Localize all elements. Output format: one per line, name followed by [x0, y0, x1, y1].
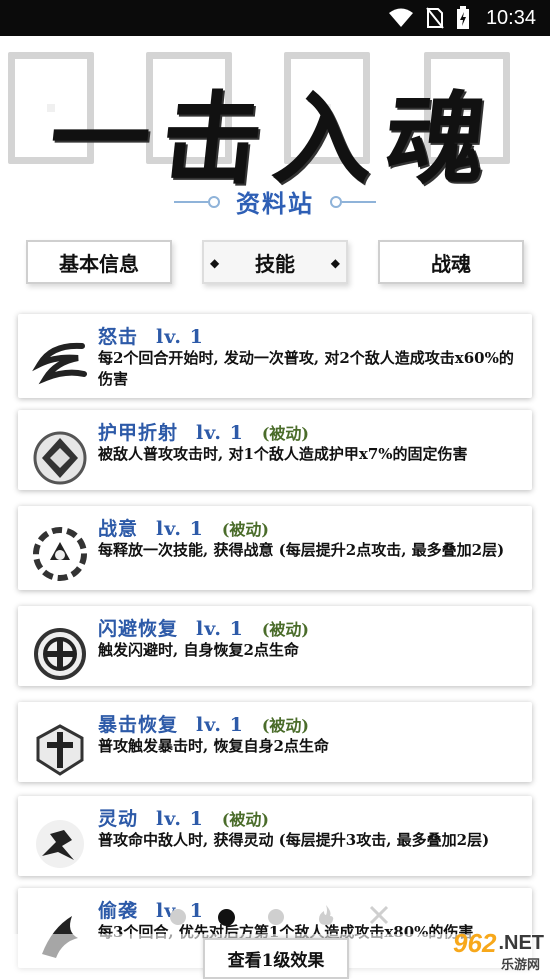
site-watermark: 962 .NET 乐游网 [453, 928, 544, 972]
diamond-icon: ◆ [330, 256, 340, 270]
skill-name: 闪避恢复 [98, 618, 179, 640]
crossed-swords-icon[interactable] [368, 904, 390, 930]
skill-card[interactable]: 护甲折射 lv. 1 (被动) 被敌人普攻攻击时, 对1个敌人造成护甲x7%的固… [18, 410, 532, 490]
no-sim-icon [426, 7, 444, 29]
tab-bar: 基本信息 ◆ 技能 ◆ 战魂 [0, 240, 550, 286]
status-time: 10:34 [485, 6, 536, 29]
page-dot[interactable] [267, 909, 284, 925]
skill-card[interactable]: 暴击恢复 lv. 1 (被动) 普攻触发暴击时, 恢复自身2点生命 [18, 702, 532, 782]
skill-name: 灵动 [98, 808, 139, 830]
passive-tag: (被动) [261, 620, 309, 639]
skill-card[interactable]: 怒击 lv. 1 每2个回合开始时, 发动一次普攻, 对2个敌人造成攻击x60%… [18, 314, 532, 398]
skill-level: lv. 1 [196, 618, 244, 640]
tab-label: 基本信息 [59, 251, 139, 276]
agility-icon [32, 816, 88, 872]
armor-icon [32, 430, 88, 486]
skill-name: 偷袭 [98, 900, 139, 922]
game-title: 一击入魂 [43, 80, 505, 198]
skill-level: lv. 1 [156, 518, 204, 540]
status-bar: 10:34 [0, 0, 550, 36]
skill-level: lv. 1 [196, 714, 244, 736]
skill-name: 暴击恢复 [98, 714, 179, 736]
page-indicator [170, 902, 390, 932]
skill-level: lv. 1 [196, 422, 244, 444]
skill-level: lv. 1 [156, 808, 204, 830]
diamond-icon: ◆ [210, 256, 220, 270]
skill-description: 每释放一次技能, 获得战意 (每层提升2点攻击, 最多叠加2层) [98, 541, 505, 559]
skill-description: 触发闪避时, 自身恢复2点生命 [98, 641, 299, 659]
battle-will-icon [32, 526, 88, 582]
skill-level: lv. 1 [156, 326, 204, 348]
skill-description: 普攻触发暴击时, 恢复自身2点生命 [98, 737, 329, 755]
skill-name: 战意 [98, 518, 139, 540]
battery-charging-icon [456, 6, 470, 30]
ornament-left-icon [174, 192, 224, 212]
passive-tag: (被动) [221, 520, 269, 539]
passive-tag: (被动) [261, 424, 309, 443]
page-subtitle: 资料站 [236, 189, 314, 218]
skill-description: 每2个回合开始时, 发动一次普攻, 对2个敌人造成攻击x60%的伤害 [98, 349, 514, 388]
watermark-sub: 乐游网 [500, 957, 540, 972]
page-dot-active[interactable] [218, 908, 236, 926]
dodge-heal-icon [32, 626, 88, 682]
skill-description: 普攻命中敌人时, 获得灵动 (每层提升3攻击, 最多叠加2层) [98, 831, 490, 849]
ornament-right-icon [326, 192, 376, 212]
banner: 一击入魂 资料站 [0, 36, 550, 226]
watermark-domain: .NET [498, 932, 544, 954]
skill-card[interactable]: 战意 lv. 1 (被动) 每释放一次技能, 获得战意 (每层提升2点攻击, 最… [18, 506, 532, 590]
skill-description: 被敌人普攻攻击时, 对1个敌人造成护甲x7%的固定伤害 [98, 445, 468, 463]
skill-name: 护甲折射 [98, 422, 179, 444]
subtitle-row: 资料站 [0, 184, 550, 219]
tab-basic-info[interactable]: 基本信息 [26, 240, 172, 284]
tab-label: 技能 [255, 251, 295, 276]
tab-label: 战魂 [431, 251, 471, 276]
page-dot[interactable] [170, 909, 186, 925]
skill-name: 怒击 [98, 326, 139, 348]
skill-card[interactable]: 灵动 lv. 1 (被动) 普攻命中敌人时, 获得灵动 (每层提升3攻击, 最多… [18, 796, 532, 876]
tab-skills[interactable]: ◆ 技能 ◆ [202, 240, 348, 284]
tab-battle-soul[interactable]: 战魂 [378, 240, 524, 284]
passive-tag: (被动) [221, 810, 269, 829]
view-level-effect-button[interactable]: 查看1级效果 [203, 938, 349, 979]
wifi-icon [388, 8, 414, 28]
passive-tag: (被动) [261, 716, 309, 735]
flame-icon[interactable] [316, 904, 336, 930]
crit-heal-icon [32, 722, 88, 778]
slash-icon [32, 334, 88, 390]
skill-card[interactable]: 闪避恢复 lv. 1 (被动) 触发闪避时, 自身恢复2点生命 [18, 606, 532, 686]
watermark-number: 962 [453, 928, 497, 958]
